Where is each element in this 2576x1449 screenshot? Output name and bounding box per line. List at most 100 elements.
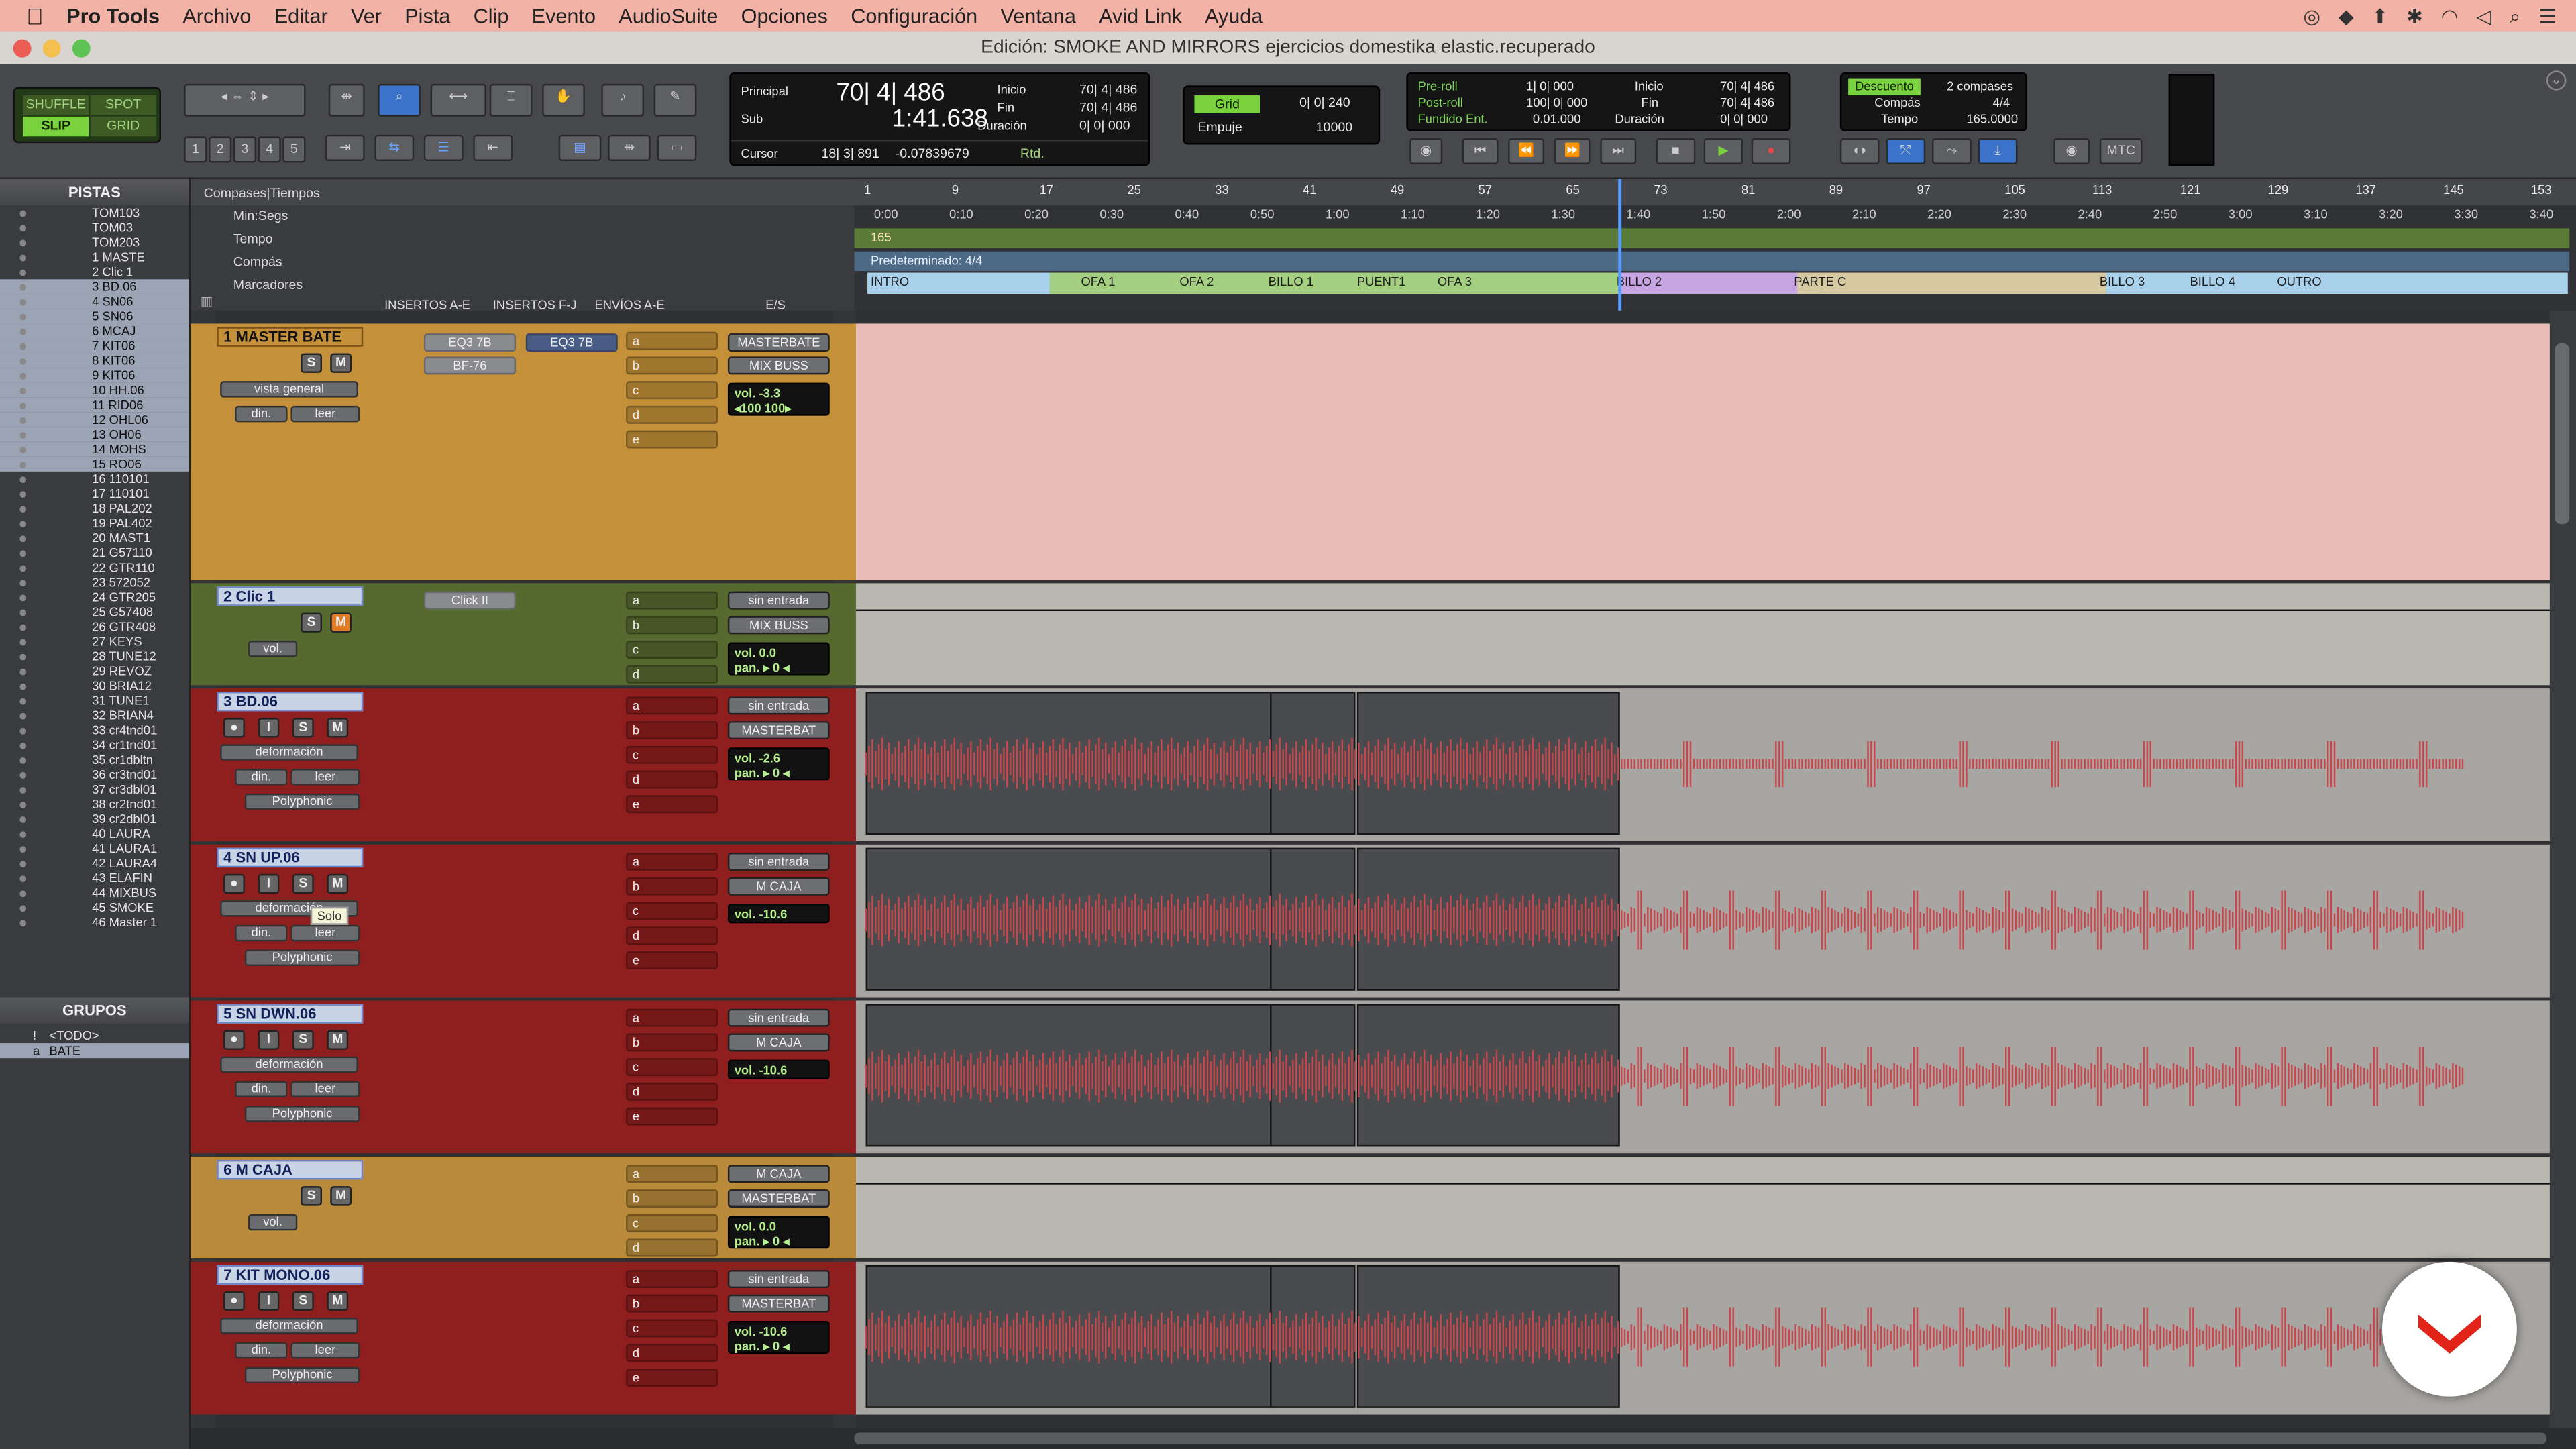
visibility-dot-icon[interactable] <box>19 372 27 380</box>
track-lane[interactable] <box>855 323 2557 580</box>
ruler-minsegs-label[interactable]: Min:Segs <box>233 205 891 227</box>
pencil-tool-icon[interactable]: ✎ <box>653 83 697 117</box>
visibility-dot-icon[interactable] <box>19 742 27 749</box>
track-list-item[interactable]: TOM03 <box>0 220 189 235</box>
track-list-item[interactable]: TOM203 <box>0 235 189 250</box>
track-name[interactable]: 5 SN DWN.06 <box>217 1004 364 1024</box>
send-slot[interactable]: a <box>626 853 718 871</box>
track-lane[interactable] <box>855 1000 2557 1154</box>
send-slot[interactable]: c <box>626 1319 718 1338</box>
output-selector[interactable]: M CAJA <box>727 877 830 896</box>
link-track-edit-icon[interactable]: ☰ <box>423 134 464 162</box>
marker-billo-1[interactable]: BILLO 1 <box>1269 274 1313 289</box>
spotlight-search-icon[interactable]: ⌕ <box>2510 5 2520 30</box>
nudge-value[interactable]: 10000 <box>1316 120 1352 135</box>
visibility-dot-icon[interactable] <box>19 328 27 335</box>
track-sn-up06[interactable]: 4 SN UP.06 ● I S M deformación din. leer… <box>191 844 2576 998</box>
grabber-hand-icon[interactable]: ✋ <box>542 83 585 117</box>
track-kit-mono06[interactable]: 7 KIT MONO.06 ● I S M deformación din. l… <box>191 1261 2576 1415</box>
click-metronome-icon[interactable]: ⤳ <box>1932 138 1972 164</box>
automation-read[interactable]: leer <box>290 1081 360 1097</box>
track-lane[interactable] <box>855 688 2557 841</box>
volume-display[interactable]: vol. -10.6 pan. ▸ 0 ◂ <box>727 1320 830 1354</box>
tempo-ruler[interactable]: 165 <box>854 228 2570 248</box>
send-slot[interactable]: d <box>626 1082 718 1101</box>
send-slot[interactable]: d <box>626 405 718 424</box>
visibility-dot-icon[interactable] <box>19 521 27 528</box>
track-list-item[interactable]: 38 cr2tnd01 <box>0 797 189 812</box>
elastic-mode[interactable]: Polyphonic <box>244 949 360 967</box>
track-lane[interactable] <box>855 1157 2557 1258</box>
marker-intro[interactable]: INTRO <box>871 274 909 289</box>
visibility-dot-icon[interactable] <box>19 712 27 720</box>
visibility-dot-icon[interactable] <box>19 668 27 676</box>
track-list-item[interactable]: 19 PAL402 <box>0 516 189 531</box>
send-slot[interactable]: d <box>626 1344 718 1362</box>
marker-parte-c[interactable]: PARTE C <box>1794 274 1846 289</box>
mirrored-midi-icon[interactable]: ▤ <box>558 134 602 162</box>
send-slot[interactable]: a <box>626 331 718 350</box>
send-slot[interactable]: b <box>626 1189 718 1208</box>
track-name[interactable]: 1 MASTER BATE <box>217 327 364 347</box>
track-list-item[interactable]: 10 HH.06 <box>0 382 189 398</box>
track-name[interactable]: 6 M CAJA <box>217 1159 364 1180</box>
track-list-item[interactable]: 33 cr4tnd01 <box>0 723 189 738</box>
bars-ruler[interactable]: 1 9 17 25 33 41 49 57 65 73 81 89 97 105 113 121 129 137 1… <box>857 182 2566 205</box>
meter-ruler[interactable]: Predeterminado: 4/4 <box>854 251 2570 272</box>
fade-in-label[interactable]: Fundido Ent. <box>1417 112 1487 127</box>
marker-ofa-3[interactable]: OFA 3 <box>1438 274 1472 289</box>
input-selector[interactable]: sin entrada <box>727 696 830 715</box>
grid-button[interactable]: Grid <box>1194 95 1260 113</box>
menu-app[interactable]: Pro Tools <box>55 4 171 27</box>
slip-mode-button[interactable]: SLIP <box>23 116 89 137</box>
zoomer-tool-icon[interactable]: ⇹ <box>328 83 365 117</box>
track-list-item[interactable]: 1 MASTE <box>0 250 189 264</box>
track-list-item[interactable]: 46 Master 1 <box>0 915 189 930</box>
automation-mode[interactable]: din. <box>235 405 288 423</box>
automation-mode[interactable]: din. <box>235 769 288 786</box>
send-slot[interactable]: c <box>626 381 718 400</box>
insertion-follows-icon[interactable]: ⇤ <box>473 134 513 162</box>
send-slot[interactable]: d <box>626 926 718 945</box>
window-option-icon[interactable]: ▭ <box>657 134 697 162</box>
visibility-dot-icon[interactable] <box>19 535 27 543</box>
send-slot[interactable]: e <box>626 1368 718 1387</box>
output-selector[interactable]: MASTERBAT <box>727 1189 830 1208</box>
track-name[interactable]: 7 KIT MONO.06 <box>217 1265 364 1285</box>
tab-to-transient-icon[interactable]: ⇥ <box>325 134 365 162</box>
solo-button[interactable]: S <box>301 353 323 373</box>
online-icon[interactable]: ◉ <box>1409 138 1443 164</box>
zoom-window-icon[interactable] <box>72 39 91 58</box>
visibility-dot-icon[interactable] <box>19 402 27 409</box>
send-slot[interactable]: c <box>626 1214 718 1232</box>
send-slot[interactable]: a <box>626 696 718 715</box>
visibility-dot-icon[interactable] <box>19 210 27 217</box>
inicio-value[interactable]: 70| 4| 486 <box>1079 82 1137 97</box>
send-slot[interactable]: e <box>626 795 718 814</box>
transport-fin[interactable]: 70| 4| 486 <box>1720 95 1774 110</box>
send-slot[interactable]: b <box>626 616 718 635</box>
track-m-caja[interactable]: 6 M CAJA S M vol. M CAJA MASTERBAT vol. … <box>191 1157 2576 1282</box>
menu-editar[interactable]: Editar <box>263 4 339 27</box>
visibility-dot-icon[interactable] <box>19 284 27 291</box>
stop-icon[interactable]: ■ <box>1656 138 1696 164</box>
track-list-item[interactable]: 24 GTR205 <box>0 590 189 604</box>
meter-value[interactable]: 4/4 <box>1993 95 2010 110</box>
track-list-item[interactable]: 4 SN06 <box>0 294 189 309</box>
track-list-item[interactable]: TOM103 <box>0 205 189 220</box>
fade-in-value[interactable]: 0.01.000 <box>1533 112 1581 127</box>
send-slot[interactable]: d <box>626 665 718 684</box>
elastic-mode[interactable]: Polyphonic <box>244 793 360 810</box>
track-list-item[interactable]: 39 cr2dbl01 <box>0 812 189 826</box>
marker-puent1[interactable]: PUENT1 <box>1357 274 1405 289</box>
rewind-icon[interactable]: ⏪ <box>1508 138 1545 164</box>
visibility-dot-icon[interactable] <box>19 506 27 513</box>
track-list-item[interactable]: 2 Clic 1 <box>0 264 189 279</box>
apple-menu-icon[interactable]:  <box>0 3 55 29</box>
record-arm-button[interactable]: ● <box>223 1030 245 1050</box>
nudge-label[interactable]: Empuje <box>1197 120 1242 135</box>
countoff-button[interactable]: Descuento <box>1848 78 1921 96</box>
send-slot[interactable]: b <box>626 877 718 896</box>
output-selector[interactable]: MIX BUSS <box>727 616 830 635</box>
track-list-item[interactable]: 9 KIT06 <box>0 368 189 383</box>
